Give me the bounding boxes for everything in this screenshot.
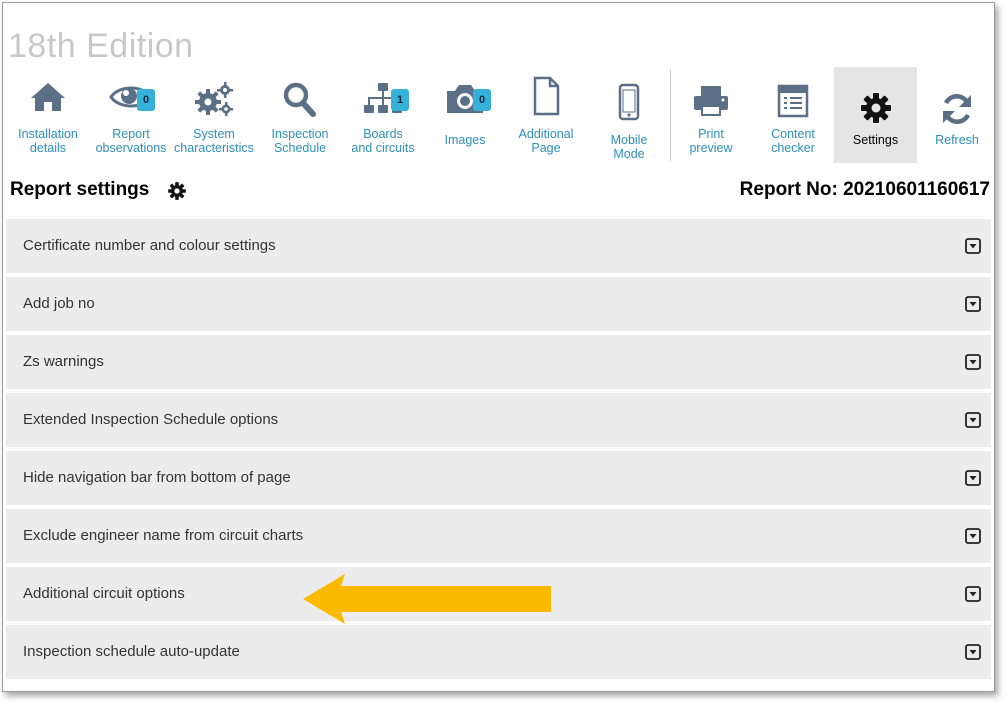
settings-section-extended-inspection[interactable]: Extended Inspection Schedule options — [6, 393, 991, 447]
toolbar-label: Mode — [613, 147, 645, 161]
caret-down-icon[interactable] — [965, 354, 981, 375]
section-label: Zs warnings — [23, 353, 104, 370]
settings-section-exclude-engineer-name[interactable]: Exclude engineer name from circuit chart… — [6, 509, 991, 563]
toolbar-boards-and-circuits[interactable]: 1 Boards and circuits — [343, 67, 423, 163]
caret-down-icon[interactable] — [965, 528, 981, 549]
toolbar-label: Print — [698, 127, 724, 141]
caret-down-icon[interactable] — [965, 296, 981, 317]
toolbar-report-observations[interactable]: 0 Report observations — [91, 67, 171, 163]
toolbar-label: Page — [531, 141, 561, 155]
gears-icon — [174, 81, 254, 125]
toolbar-label: checker — [771, 141, 815, 155]
toolbar-label: Refresh — [935, 133, 979, 147]
toolbar-label: Content — [771, 127, 815, 141]
settings-section-zs-warnings[interactable]: Zs warnings — [6, 335, 991, 389]
caret-down-icon[interactable] — [965, 238, 981, 259]
toolbar-label: Settings — [852, 133, 899, 147]
toolbar-label: preview — [689, 141, 733, 155]
gear-icon — [834, 91, 917, 135]
file-icon — [506, 75, 586, 119]
toolbar-label: Inspection — [271, 127, 329, 141]
toolbar-settings[interactable]: Settings — [834, 67, 917, 163]
caret-down-icon[interactable] — [965, 644, 981, 665]
caret-down-icon[interactable] — [965, 586, 981, 607]
section-label: Certificate number and colour settings — [23, 237, 276, 254]
boards-badge: 1 — [391, 89, 409, 111]
section-label: Additional circuit options — [23, 585, 185, 602]
toolbar-installation-details[interactable]: Installation details — [8, 67, 88, 163]
toolbar-label: details — [29, 141, 67, 155]
toolbar-images[interactable]: 0 Images — [425, 67, 505, 163]
toolbar-label: Report — [112, 127, 150, 141]
sitemap-icon — [343, 81, 423, 125]
images-badge: 0 — [473, 89, 491, 111]
settings-section-add-job-no[interactable]: Add job no — [6, 277, 991, 331]
toolbar-label: Boards — [363, 127, 403, 141]
eye-icon — [91, 81, 171, 125]
toolbar-label: characteristics — [174, 141, 254, 155]
section-label: Inspection schedule auto-update — [23, 643, 240, 660]
toolbar-label: Additional — [518, 127, 574, 141]
section-label: Extended Inspection Schedule options — [23, 411, 279, 428]
caret-down-icon[interactable] — [965, 412, 981, 433]
toolbar-inspection-schedule[interactable]: Inspection Schedule — [260, 67, 340, 163]
toolbar-label: Images — [444, 133, 486, 147]
camera-icon — [425, 81, 505, 125]
report-settings-header: Report settings Report No: 2021060116061… — [9, 179, 990, 207]
section-label: Hide navigation bar from bottom of page — [23, 469, 291, 486]
toolbar-label: and circuits — [351, 141, 415, 155]
toolbar-additional-page[interactable]: Additional Page — [506, 67, 586, 163]
toolbar-content-checker[interactable]: Content checker — [753, 67, 833, 163]
mobile-icon — [589, 83, 669, 127]
observations-badge: 0 — [137, 89, 155, 111]
toolbar-mobile-mode[interactable]: Mobile Mode — [589, 67, 669, 163]
toolbar-refresh[interactable]: Refresh — [917, 67, 994, 163]
refresh-icon — [917, 91, 994, 135]
toolbar-system-characteristics[interactable]: System characteristics — [174, 67, 254, 163]
settings-section-inspection-auto-update[interactable]: Inspection schedule auto-update — [6, 625, 991, 679]
toolbar-label: Installation — [18, 127, 78, 141]
app-title: 18th Edition — [8, 27, 194, 65]
main-toolbar: Installation details 0 Report observatio… — [6, 67, 991, 163]
toolbar-label: System — [193, 127, 235, 141]
report-number: Report No: 20210601160617 — [739, 179, 990, 200]
section-label: Add job no — [23, 295, 95, 312]
page-title: Report settings — [10, 179, 150, 200]
caret-down-icon[interactable] — [965, 470, 981, 491]
home-icon — [8, 81, 88, 125]
search-icon — [260, 81, 340, 125]
print-icon — [671, 85, 751, 129]
settings-section-hide-navigation-bar[interactable]: Hide navigation bar from bottom of page — [6, 451, 991, 505]
app-window: 18th Edition Installation details 0 Repo… — [2, 2, 995, 692]
highlight-arrow-icon — [303, 572, 555, 631]
toolbar-label: Schedule — [273, 141, 327, 155]
settings-section-certificate-number[interactable]: Certificate number and colour settings — [6, 219, 991, 273]
checklist-icon — [753, 83, 833, 127]
toolbar-label: observations — [95, 141, 167, 155]
section-label: Exclude engineer name from circuit chart… — [23, 527, 304, 544]
toolbar-label: Mobile — [610, 133, 648, 147]
toolbar-print-preview[interactable]: Print preview — [671, 67, 751, 163]
gear-icon — [167, 181, 187, 206]
